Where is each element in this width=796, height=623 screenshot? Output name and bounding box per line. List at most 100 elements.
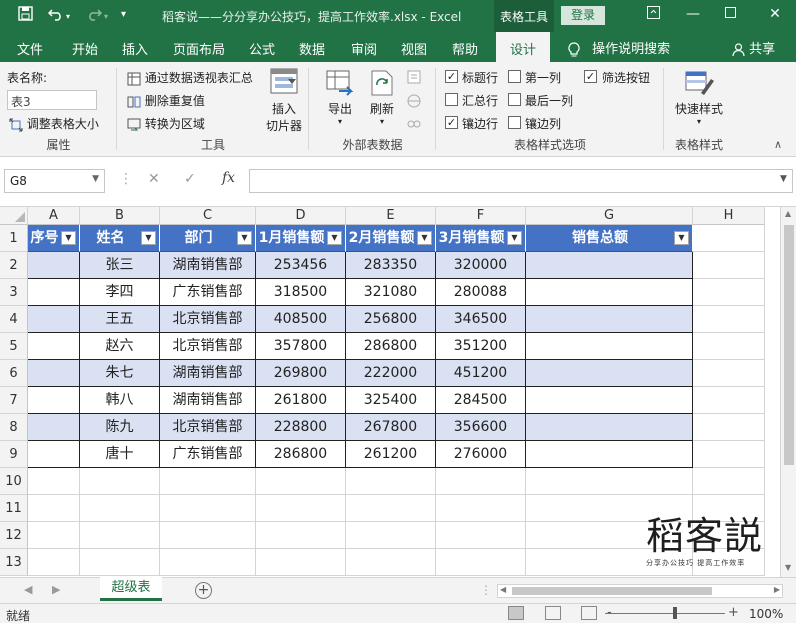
maximize-icon[interactable] xyxy=(720,6,740,22)
ribbon-display-icon[interactable] xyxy=(643,6,663,23)
table-cell[interactable] xyxy=(28,414,80,441)
add-sheet-icon[interactable]: + xyxy=(195,582,212,599)
name-box-dropdown-icon[interactable]: ▼ xyxy=(92,174,99,184)
filter-dropdown-icon[interactable]: ▼ xyxy=(237,231,252,245)
table-cell[interactable]: 346500 xyxy=(436,306,526,333)
row-header-8[interactable]: 8 xyxy=(0,414,28,441)
cell-d11[interactable] xyxy=(256,495,346,522)
tab-file[interactable]: 文件 xyxy=(17,39,43,58)
table-cell[interactable] xyxy=(526,360,693,387)
collapse-ribbon-icon[interactable]: ∧ xyxy=(774,138,782,151)
table-cell[interactable]: 湖南销售部 xyxy=(160,360,256,387)
zoom-slider-track[interactable] xyxy=(605,613,725,614)
cell-h4[interactable] xyxy=(693,306,765,333)
expand-formula-bar-icon[interactable]: ▼ xyxy=(780,174,787,184)
first-column-checkbox[interactable] xyxy=(508,70,521,83)
scroll-up-icon[interactable]: ▲ xyxy=(785,209,791,218)
close-icon[interactable]: ✕ xyxy=(765,6,785,22)
scroll-down-icon[interactable]: ▼ xyxy=(785,563,791,572)
table-cell[interactable]: 283350 xyxy=(346,252,436,279)
table-header-cell[interactable]: 部门 ▼ xyxy=(160,225,256,252)
sheet-tab-active[interactable]: 超级表 xyxy=(100,577,162,601)
table-cell[interactable]: 286800 xyxy=(256,441,346,468)
cell-h1[interactable] xyxy=(693,225,765,252)
filter-dropdown-icon[interactable]: ▼ xyxy=(327,231,342,245)
last-column-checkbox[interactable] xyxy=(508,93,521,106)
table-cell[interactable]: 李四 xyxy=(80,279,160,306)
refresh-button[interactable]: 刷新 ▾ xyxy=(365,69,399,126)
cell-h6[interactable] xyxy=(693,360,765,387)
table-header-cell[interactable]: 3月销售额 ▼ xyxy=(436,225,526,252)
table-cell[interactable]: 北京销售部 xyxy=(160,414,256,441)
cell-e10[interactable] xyxy=(346,468,436,495)
undo-icon[interactable] xyxy=(47,6,64,25)
resize-table-button[interactable]: 调整表格大小 xyxy=(9,115,99,132)
tab-data[interactable]: 数据 xyxy=(299,39,325,58)
cell-a11[interactable] xyxy=(28,495,80,522)
column-header-h[interactable]: H xyxy=(693,207,765,225)
row-header-9[interactable]: 9 xyxy=(0,441,28,468)
row-header-4[interactable]: 4 xyxy=(0,306,28,333)
name-box[interactable]: G8 ▼ xyxy=(4,169,105,193)
cell-d13[interactable] xyxy=(256,549,346,576)
column-header-c[interactable]: C xyxy=(160,207,256,225)
save-icon[interactable] xyxy=(18,6,33,25)
cell-c12[interactable] xyxy=(160,522,256,549)
table-cell[interactable] xyxy=(28,387,80,414)
table-cell[interactable] xyxy=(526,279,693,306)
tab-view[interactable]: 视图 xyxy=(401,39,427,58)
vertical-scroll-thumb[interactable] xyxy=(784,225,794,465)
table-cell[interactable] xyxy=(526,387,693,414)
table-cell[interactable]: 408500 xyxy=(256,306,346,333)
scroll-right-icon[interactable]: ▶ xyxy=(774,585,780,594)
tab-home[interactable]: 开始 xyxy=(72,39,98,58)
tab-insert[interactable]: 插入 xyxy=(122,39,148,58)
cell-e12[interactable] xyxy=(346,522,436,549)
tab-page-layout[interactable]: 页面布局 xyxy=(173,39,225,58)
table-cell[interactable] xyxy=(28,252,80,279)
filter-dropdown-icon[interactable]: ▼ xyxy=(674,231,689,245)
cell-h9[interactable] xyxy=(693,441,765,468)
row-header-11[interactable]: 11 xyxy=(0,495,28,522)
export-button[interactable]: 导出 ▾ xyxy=(323,69,357,126)
table-cell[interactable]: 北京销售部 xyxy=(160,333,256,360)
next-sheet-icon[interactable]: ▶ xyxy=(52,583,60,596)
column-header-a[interactable]: A xyxy=(28,207,80,225)
table-name-input[interactable]: 表3 xyxy=(7,90,97,110)
filter-dropdown-icon[interactable]: ▼ xyxy=(507,231,522,245)
table-cell[interactable]: 320000 xyxy=(436,252,526,279)
cell-a10[interactable] xyxy=(28,468,80,495)
total-row-checkbox[interactable] xyxy=(445,93,458,106)
column-header-g[interactable]: G xyxy=(526,207,693,225)
cell-b10[interactable] xyxy=(80,468,160,495)
row-header-12[interactable]: 12 xyxy=(0,522,28,549)
page-layout-view-icon[interactable] xyxy=(545,606,561,620)
formula-input[interactable] xyxy=(249,169,793,193)
table-cell[interactable]: 陈九 xyxy=(80,414,160,441)
table-cell[interactable]: 351200 xyxy=(436,333,526,360)
tell-me-search[interactable]: 操作说明搜索 xyxy=(568,38,670,57)
banded-columns-checkbox[interactable] xyxy=(508,116,521,129)
table-cell[interactable] xyxy=(28,333,80,360)
cell-d10[interactable] xyxy=(256,468,346,495)
table-cell[interactable]: 韩八 xyxy=(80,387,160,414)
table-cell[interactable]: 228800 xyxy=(256,414,346,441)
zoom-level[interactable]: 100% xyxy=(749,607,783,621)
cell-h7[interactable] xyxy=(693,387,765,414)
insert-function-icon[interactable]: fx xyxy=(222,170,235,186)
table-cell[interactable]: 284500 xyxy=(436,387,526,414)
table-header-cell[interactable]: 2月销售额 ▼ xyxy=(346,225,436,252)
tab-design[interactable]: 设计 xyxy=(496,32,551,62)
table-cell[interactable] xyxy=(526,441,693,468)
enter-icon[interactable]: ✓ xyxy=(184,171,196,187)
pivot-summarize-button[interactable]: 通过数据透视表汇总 xyxy=(127,69,253,86)
cell-f11[interactable] xyxy=(436,495,526,522)
page-break-view-icon[interactable] xyxy=(581,606,597,620)
column-header-b[interactable]: B xyxy=(80,207,160,225)
table-cell[interactable] xyxy=(526,333,693,360)
table-cell[interactable]: 赵六 xyxy=(80,333,160,360)
undo-dropdown-icon[interactable]: ▾ xyxy=(66,12,70,21)
row-header-5[interactable]: 5 xyxy=(0,333,28,360)
table-cell[interactable]: 广东销售部 xyxy=(160,441,256,468)
tab-review[interactable]: 审阅 xyxy=(351,39,377,58)
